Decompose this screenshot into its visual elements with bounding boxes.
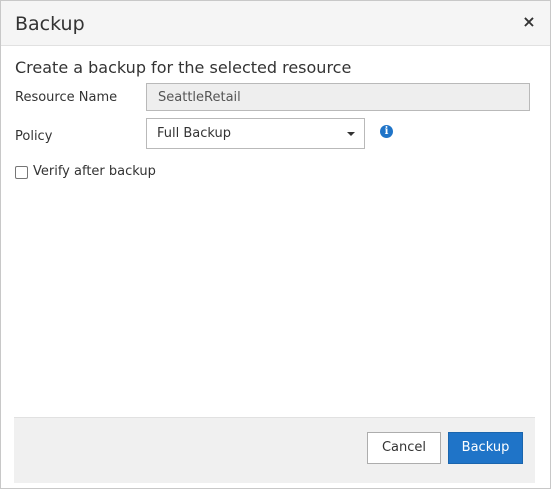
form-subtitle: Create a backup for the selected resourc… <box>15 58 352 77</box>
caret-down-icon <box>347 132 355 136</box>
policy-dropdown[interactable]: Full Backup <box>146 118 365 149</box>
info-icon[interactable]: i <box>380 125 393 138</box>
verify-label[interactable]: Verify after backup <box>33 164 156 180</box>
dialog-header: Backup × <box>1 1 550 46</box>
dialog-title: Backup <box>15 13 85 35</box>
policy-label: Policy <box>15 129 53 144</box>
close-icon[interactable]: × <box>522 13 536 31</box>
policy-selected-value: Full Backup <box>157 126 232 141</box>
backup-dialog: Backup × Create a backup for the selecte… <box>0 0 551 489</box>
cancel-button[interactable]: Cancel <box>367 432 441 464</box>
verify-checkbox[interactable] <box>15 166 28 179</box>
dialog-footer: Cancel Backup <box>14 417 535 483</box>
resource-name-field <box>146 83 530 111</box>
backup-button[interactable]: Backup <box>448 432 523 464</box>
resource-name-label: Resource Name <box>15 90 118 105</box>
